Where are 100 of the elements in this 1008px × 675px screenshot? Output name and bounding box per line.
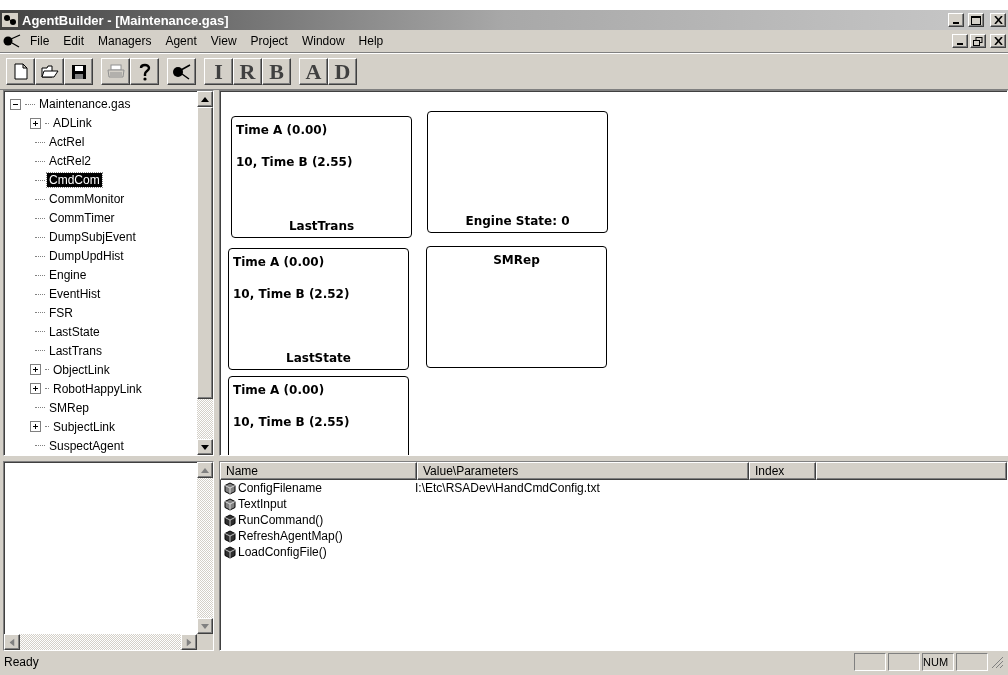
expand-icon[interactable] [30,364,41,376]
menu-item[interactable]: Project [244,32,294,50]
card-caption: Engine State: 0 [464,214,571,228]
open-button[interactable] [35,58,64,85]
toolbar-button[interactable]: D [328,58,357,85]
card-text: 10, Time B (2.55) [236,155,354,169]
tree-item[interactable]: FSR [47,305,75,320]
menu-item[interactable]: Window [295,32,351,50]
resize-grip-icon [990,655,1004,669]
left-arrow-icon [9,638,15,646]
card-caption: SMRep [492,253,541,267]
help-icon [137,61,152,82]
tree-item[interactable]: EventHist [47,287,103,301]
tree-item[interactable]: Engine [47,268,89,283]
expand-icon[interactable] [30,117,41,129]
tree-item[interactable]: LastTrans [47,343,104,358]
table-cell: RunCommand() [238,513,324,527]
menu-item[interactable]: File [24,32,56,50]
window-title: AgentBuilder - [Maintenance.gas] [22,12,230,28]
help-button[interactable] [130,58,159,85]
status-text: Ready [4,655,40,669]
close-icon [993,16,1003,24]
table-cell: LoadConfigFile() [238,545,327,559]
tree-item[interactable]: Maintenance.gas [37,97,133,112]
table-cell: TextInput [238,497,287,511]
column-header[interactable]: Value\Parameters [417,462,749,480]
status-panel [888,653,920,671]
agent-card[interactable]: Time A (0.00) 10, Time B (2.55) [228,376,409,455]
agent-card[interactable]: SMRep [426,246,607,368]
new-document-icon [13,63,28,80]
card-text: 10, Time B (2.55) [233,415,351,429]
scrollbar[interactable] [197,462,213,634]
cube-icon [224,529,236,543]
table-cell: RefreshAgentMap() [238,529,343,543]
tree-item[interactable]: ADLink [51,116,94,131]
collapse-icon[interactable] [10,98,21,110]
table-cell: ConfigFilename [238,481,323,495]
menu-item[interactable]: View [204,32,243,50]
tree-item[interactable]: CommTimer [47,211,117,226]
close-button[interactable] [990,13,1006,27]
tree-item[interactable]: SMRep [47,400,91,415]
toolbar-button[interactable]: A [299,58,328,85]
cube-icon [224,481,236,495]
down-arrow-icon [201,623,209,629]
app-icon [2,13,18,27]
menu-item[interactable]: Agent [159,32,203,50]
card-caption: LastTrans [287,219,356,233]
cube-icon [224,513,236,527]
agent-card[interactable]: Time A (0.00) 10, Time B (2.55) LastTrans [231,116,412,238]
up-arrow-icon [201,467,209,473]
toolbar-button[interactable]: B [262,58,291,85]
expand-icon[interactable] [30,421,41,433]
card-text: Time A (0.00) [233,383,326,397]
status-indicator: NUM [922,653,954,671]
table-cell: I:\Etc\RSADev\HandCmdConfig.txt [415,481,600,495]
status-panel [956,653,988,671]
tree-item[interactable]: SubjectLink [51,419,118,434]
column-header[interactable]: Name [220,462,417,480]
restore-icon [973,36,983,46]
agent-icon [2,34,22,48]
tree-item[interactable]: SuspectAgent [47,438,126,453]
menu-item[interactable]: Help [352,32,390,50]
tree-item[interactable]: RobotHappyLink [51,381,144,396]
agent-card[interactable]: Engine State: 0 [427,111,608,233]
restore-button[interactable] [970,34,986,48]
tree-item[interactable]: ActRel2 [47,154,94,169]
close-button[interactable] [990,34,1006,48]
save-button[interactable] [64,58,93,85]
scrollbar[interactable] [197,91,213,455]
card-text: Time A (0.00) [236,123,329,137]
agent-card[interactable]: Time A (0.00) 10, Time B (2.52) LastState [228,248,409,370]
tree-item[interactable]: CommMonitor [47,192,127,207]
scrollbar[interactable] [4,634,197,650]
tree-item[interactable]: ActRel [47,135,87,150]
tree-item[interactable]: ObjectLink [51,362,112,377]
card-text: Time A (0.00) [233,255,326,269]
open-folder-icon [40,64,59,79]
tree-item[interactable]: DumpUpdHist [47,249,126,264]
cube-icon [224,545,236,559]
agent-button[interactable] [167,58,196,85]
scrollbar-corner [197,634,213,650]
column-header[interactable]: Index [749,462,816,480]
expand-icon[interactable] [30,383,41,395]
maximize-button[interactable] [968,13,984,27]
toolbar-button[interactable]: R [233,58,262,85]
tree-item[interactable]: DumpSubjEvent [47,230,138,245]
menu-item[interactable]: Managers [92,32,158,50]
minimize-button[interactable] [952,34,968,48]
toolbar-button[interactable]: I [204,58,233,85]
minimize-button[interactable] [948,13,964,27]
card-caption: LastState [285,351,352,365]
tree-item[interactable]: CmdCom [47,173,102,188]
maximize-icon [971,15,981,25]
tree-item[interactable]: LastState [47,324,102,339]
new-button[interactable] [6,58,35,85]
close-icon [993,37,1003,45]
up-arrow-icon [201,96,209,102]
menu-item[interactable]: Edit [57,32,91,50]
card-text: 10, Time B (2.52) [233,287,351,301]
column-header[interactable] [816,462,1007,480]
